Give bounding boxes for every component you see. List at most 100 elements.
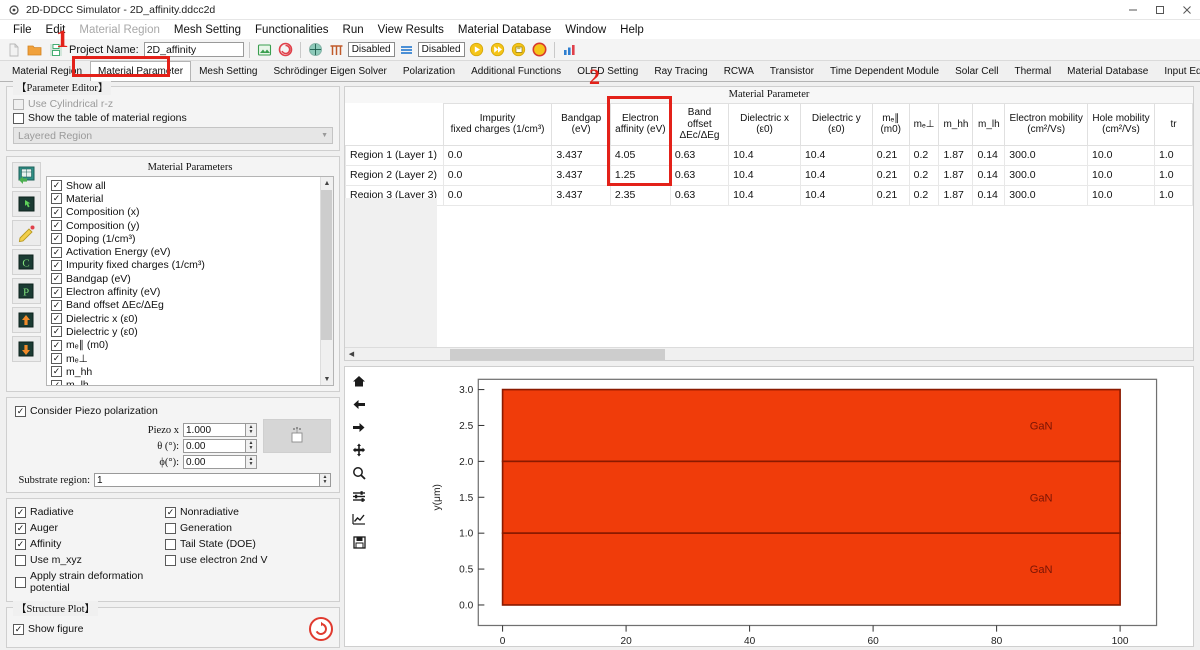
option-row[interactable]: Apply strain deformation potential	[15, 570, 165, 594]
disabled-status-1[interactable]: Disabled	[347, 42, 395, 57]
plot-results-icon[interactable]	[560, 40, 579, 59]
table-cell[interactable]: 3.437	[551, 144, 611, 166]
table-cell[interactable]: 0.63	[669, 144, 730, 166]
move-down-icon[interactable]	[12, 336, 41, 362]
substrate-region-spin-buttons[interactable]: ▲ ▼	[319, 473, 331, 487]
material-parameter-checkbox[interactable]	[51, 379, 62, 385]
use-cylindrical-checkbox[interactable]	[13, 98, 24, 110]
table-column-header[interactable]: Electron mobility (cm²/Vs)	[1004, 103, 1088, 146]
structure-layer[interactable]	[501, 460, 1121, 534]
material-parameter-checkbox[interactable]	[51, 193, 62, 205]
material-parameter-item[interactable]: Show all	[51, 179, 320, 192]
table-cell[interactable]: 10.4	[728, 144, 801, 166]
table-cell[interactable]: 10.0	[1086, 144, 1156, 166]
table-cell[interactable]: 3.437	[551, 184, 611, 206]
material-parameter-checkbox[interactable]	[51, 233, 62, 245]
table-cell[interactable]: 0.14	[972, 164, 1006, 186]
menu-item-mesh-setting[interactable]: Mesh Setting	[167, 22, 248, 38]
stop-icon[interactable]	[530, 40, 549, 59]
option-row[interactable]: Affinity	[15, 538, 165, 550]
mesh-icon[interactable]	[306, 40, 325, 59]
piezo-field-input[interactable]	[183, 423, 245, 437]
table-column-header[interactable]: Bandgap (eV)	[551, 103, 611, 146]
material-parameter-item[interactable]: Material	[51, 192, 320, 205]
piezo-spin-buttons[interactable]: ▲ ▼	[245, 455, 257, 469]
table-cell[interactable]: 0.21	[871, 164, 910, 186]
table-cell[interactable]: 300.0	[1004, 184, 1088, 206]
material-parameter-item[interactable]: Dielectric x (ε0)	[51, 312, 320, 325]
material-parameter-checkbox[interactable]	[51, 273, 62, 285]
tab-oled-setting[interactable]: OLED Setting	[569, 61, 646, 81]
tab-time-dependent-module[interactable]: Time Dependent Module	[822, 61, 947, 81]
refresh-plot-icon[interactable]	[309, 617, 333, 641]
tab-ray-tracing[interactable]: Ray Tracing	[646, 61, 715, 81]
tab-transistor[interactable]: Transistor	[762, 61, 822, 81]
table-cell[interactable]: 3.437	[551, 164, 611, 186]
menu-item-window[interactable]: Window	[558, 22, 613, 38]
piezo-field-input[interactable]	[183, 455, 245, 469]
table-cell[interactable]: 0.2	[908, 184, 940, 206]
material-parameter-item[interactable]: Composition (y)	[51, 219, 320, 232]
menu-item-functionalities[interactable]: Functionalities	[248, 22, 336, 38]
minimize-button[interactable]	[1119, 0, 1146, 20]
table-cell[interactable]: 1.0	[1154, 184, 1193, 206]
scroll-left-arrow-icon[interactable]: ◀	[345, 350, 358, 358]
material-parameter-checkbox[interactable]	[51, 180, 62, 192]
table-cell[interactable]: 10.4	[799, 184, 873, 206]
option-checkbox[interactable]	[165, 538, 176, 550]
table-cell[interactable]: 10.4	[799, 144, 873, 166]
tab-polarization[interactable]: Polarization	[395, 61, 463, 81]
structure-layer[interactable]	[501, 388, 1121, 463]
menu-item-run[interactable]: Run	[336, 22, 371, 38]
material-parameter-item[interactable]: m_lh	[51, 378, 320, 385]
table-cell[interactable]: 0.21	[871, 144, 910, 166]
table-cell[interactable]: 10.4	[728, 184, 801, 206]
material-parameter-item[interactable]: Activation Energy (eV)	[51, 245, 320, 258]
menu-item-help[interactable]: Help	[613, 22, 651, 38]
table-cell[interactable]: 1.87	[938, 184, 974, 206]
table-cell[interactable]: 300.0	[1004, 164, 1088, 186]
tab-solar-cell[interactable]: Solar Cell	[947, 61, 1006, 81]
run-icon[interactable]	[467, 40, 486, 59]
show-table-checkbox[interactable]	[13, 112, 24, 124]
crystal-preview-icon[interactable]	[263, 419, 331, 453]
scroll-down-arrow-icon[interactable]: ▼	[324, 373, 331, 385]
substrate-region-input[interactable]	[94, 473, 319, 487]
option-checkbox[interactable]	[15, 576, 26, 588]
table-cell[interactable]: 0.0	[442, 164, 553, 186]
material-parameter-item[interactable]: Composition (x)	[51, 206, 320, 219]
material-parameter-item[interactable]: Impurity fixed charges (1/cm³)	[51, 259, 320, 272]
new-file-icon[interactable]	[4, 40, 23, 59]
option-row[interactable]: Auger	[15, 522, 165, 534]
table-cell[interactable]: 0.14	[972, 184, 1006, 206]
project-name-input[interactable]	[143, 42, 244, 57]
maximize-button[interactable]	[1146, 0, 1173, 20]
table-column-header[interactable]	[345, 103, 444, 146]
material-parameter-checkbox[interactable]	[51, 366, 62, 378]
table-column-header[interactable]: Band offset ΔEc/ΔEg	[669, 103, 730, 146]
material-parameter-item[interactable]: Bandgap (eV)	[51, 272, 320, 285]
option-checkbox[interactable]	[15, 522, 26, 534]
consider-piezo-checkbox[interactable]	[15, 405, 26, 417]
horizontal-scrollbar-thumb[interactable]	[450, 349, 665, 360]
table-column-header[interactable]: mₑ∥ (m0)	[871, 103, 910, 146]
scroll-up-arrow-icon[interactable]: ▲	[324, 177, 331, 189]
open-folder-icon[interactable]	[25, 40, 44, 59]
table-cell[interactable]: 1.25	[609, 164, 671, 186]
table-column-header[interactable]: Dielectric x (ε0)	[728, 103, 801, 146]
edit-curves-icon[interactable]	[350, 511, 368, 527]
region-type-combo[interactable]: Layered Region ▼	[13, 127, 333, 144]
option-checkbox[interactable]	[15, 506, 26, 518]
table-column-header[interactable]: m_lh	[972, 103, 1006, 146]
copy-icon[interactable]: C	[12, 249, 41, 275]
material-parameter-checkbox[interactable]	[51, 286, 62, 298]
table-cell[interactable]: 0.0	[442, 184, 553, 206]
piezo-field-stepper[interactable]: ▲▼	[183, 455, 257, 469]
table-column-header[interactable]: Impurity fixed charges (1/cm³)	[442, 103, 553, 146]
material-parameter-checkbox[interactable]	[51, 299, 62, 311]
table-cell[interactable]: 0.14	[972, 144, 1006, 166]
piezo-field-stepper[interactable]: ▲▼	[183, 439, 257, 453]
show-figure-checkbox[interactable]	[13, 623, 24, 635]
table-cell[interactable]: 10.0	[1086, 164, 1156, 186]
option-checkbox[interactable]	[165, 554, 176, 566]
